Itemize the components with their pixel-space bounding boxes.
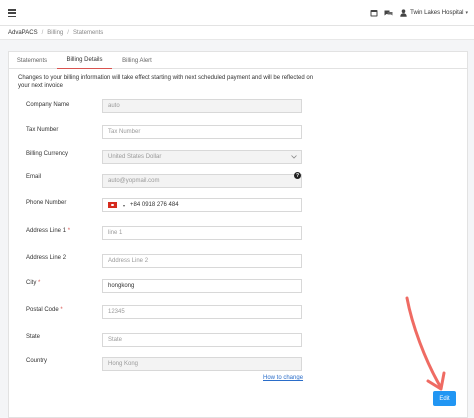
top-right-tools: Twin Lakes Hospital ▾ <box>369 8 468 18</box>
chevron-down-icon: ▾ <box>123 202 126 208</box>
country-field[interactable]: Hong Kong <box>102 357 302 371</box>
chevron-down-icon <box>291 155 297 161</box>
menu-icon[interactable] <box>8 9 16 18</box>
email-field[interactable]: auto@yopmail.com <box>102 174 302 188</box>
tab-bar: Statements Billing Details Billing Alert <box>9 52 467 69</box>
breadcrumb-separator: / <box>41 29 44 36</box>
breadcrumb-item-billing[interactable]: Billing <box>47 30 63 36</box>
breadcrumb-item-statements: Statements <box>72 29 104 36</box>
billing-currency-value: United States Dollar <box>108 154 162 160</box>
vietnam-flag-icon[interactable] <box>108 202 117 208</box>
city-label: City * <box>26 280 40 286</box>
edit-button[interactable]: Edit <box>433 391 456 406</box>
chat-icon[interactable] <box>384 9 393 18</box>
tab-billing-details[interactable]: Billing Details <box>57 52 112 69</box>
chevron-down-icon: ▾ <box>465 10 468 16</box>
address-line-1-input[interactable]: line 1 <box>102 226 302 240</box>
tax-number-input[interactable]: Tax Number <box>102 125 302 139</box>
state-label: State <box>26 334 41 340</box>
phone-number-input[interactable]: ▾ +84 0918 276 484 <box>102 198 302 212</box>
billing-currency-select[interactable]: United States Dollar <box>102 150 302 164</box>
company-name-field[interactable]: auto <box>102 99 302 113</box>
required-mark: * <box>67 228 71 234</box>
user-name: Twin Lakes Hospital <box>410 10 464 16</box>
postal-code-label-text: Postal Code <box>26 307 59 313</box>
billing-currency-label: Billing Currency <box>26 151 69 157</box>
tab-statements[interactable]: Statements <box>9 52 55 69</box>
tab-billing-alert[interactable]: Billing Alert <box>113 52 161 69</box>
required-mark: * <box>60 307 63 313</box>
tax-number-label: Tax Number <box>26 127 59 133</box>
country-label: Country <box>26 358 48 364</box>
city-input[interactable]: hongkong <box>102 279 302 293</box>
billing-notice: Changes to your billing information will… <box>18 75 314 89</box>
address-line-2-label: Address Line 2 <box>26 255 67 261</box>
breadcrumb-separator: / <box>67 29 69 36</box>
top-bar: Twin Lakes Hospital ▾ <box>0 0 474 26</box>
email-label: Email <box>26 174 42 180</box>
state-input[interactable]: State <box>102 333 302 347</box>
how-to-change-link[interactable]: How to change <box>263 375 303 381</box>
city-label-text: City <box>26 280 37 286</box>
breadcrumb: AdvaPACS / Billing / Statements <box>0 26 474 40</box>
address-line-2-input[interactable]: Address Line 2 <box>102 254 302 268</box>
phone-number-value: +84 0918 276 484 <box>130 202 179 208</box>
user-icon <box>399 9 408 18</box>
phone-number-label: Phone Number <box>26 200 67 206</box>
postal-code-label: Postal Code * <box>26 307 63 313</box>
help-icon[interactable]: ? <box>294 172 301 179</box>
user-menu[interactable]: Twin Lakes Hospital ▾ <box>399 9 468 18</box>
required-mark: * <box>38 280 41 286</box>
billing-card: Statements Billing Details Billing Alert… <box>8 51 468 418</box>
breadcrumb-item-advapacs[interactable]: AdvaPACS <box>8 30 38 36</box>
postal-code-input[interactable]: 12345 <box>102 305 302 319</box>
company-name-label: Company Name <box>26 102 70 108</box>
calendar-icon[interactable] <box>369 9 378 18</box>
address-line-1-label: Address Line 1 * <box>26 228 70 234</box>
address-line-1-label-text: Address Line 1 <box>26 228 67 234</box>
